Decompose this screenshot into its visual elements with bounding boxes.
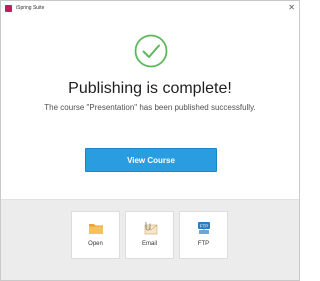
status-message: The course "Presentation" has been publi…: [44, 103, 256, 112]
open-button[interactable]: Open: [71, 211, 120, 259]
ftp-server-icon: FTP: [197, 222, 210, 234]
folder-icon: [88, 224, 103, 234]
app-icon: [5, 4, 12, 12]
actions-panel: Open Email FTP FTP: [1, 199, 299, 280]
email-attachment-icon: [144, 222, 157, 235]
ftp-button[interactable]: FTP FTP: [179, 211, 228, 259]
publish-complete-window: iSpring Suite ✕ Publishing is complete! …: [0, 0, 300, 281]
ftp-label: FTP: [197, 241, 210, 247]
checkmark-circle-icon: [134, 34, 168, 68]
title-bar: iSpring Suite ✕: [1, 1, 299, 15]
action-tiles: Open Email FTP FTP: [71, 211, 228, 259]
open-label: Open: [88, 241, 103, 247]
email-label: Email: [141, 241, 157, 247]
page-title: Publishing is complete!: [68, 80, 232, 97]
svg-text:FTP: FTP: [199, 223, 208, 228]
view-course-button[interactable]: View Course: [85, 148, 217, 172]
email-button[interactable]: Email: [125, 211, 174, 259]
close-button[interactable]: ✕: [288, 3, 295, 13]
window-title: iSpring Suite: [16, 4, 45, 11]
